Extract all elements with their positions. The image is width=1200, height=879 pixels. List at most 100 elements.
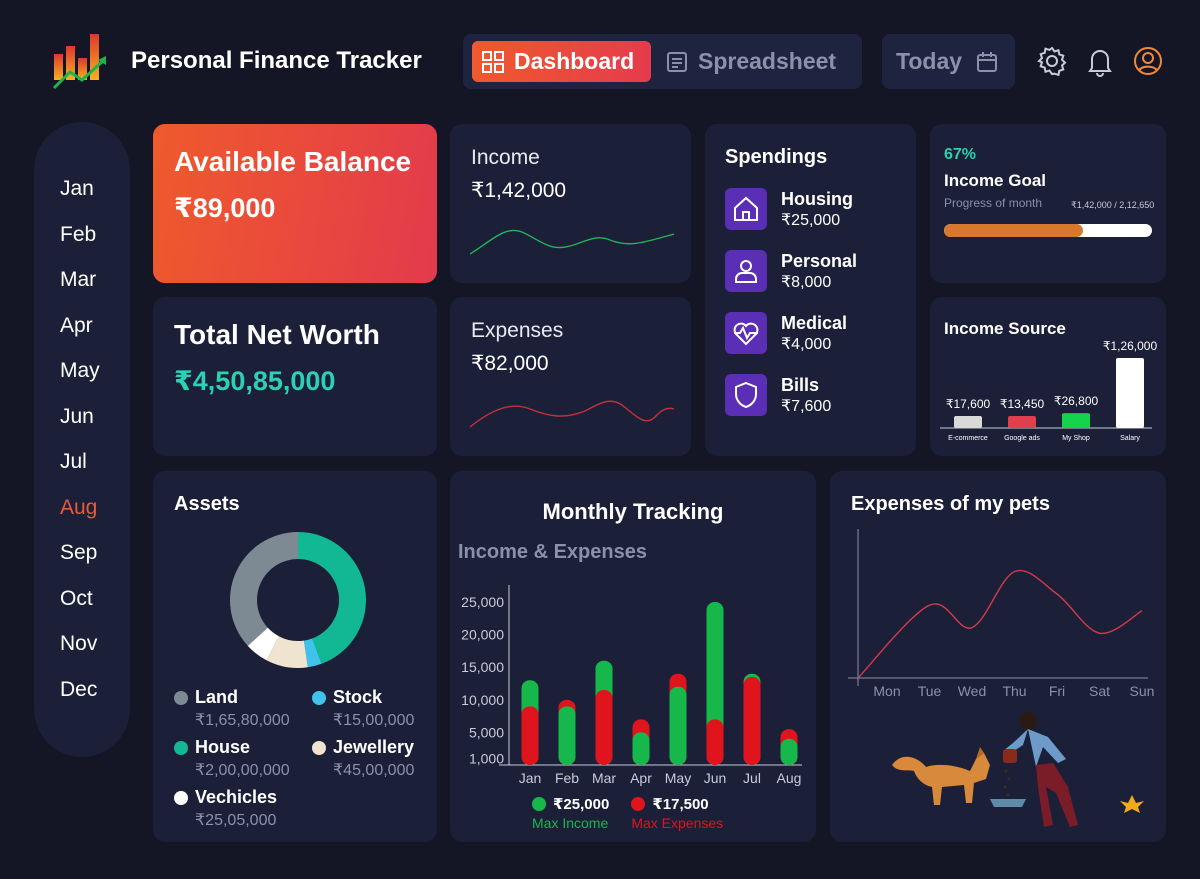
bell-icon[interactable] [1084,45,1116,77]
bar-expenses[interactable] [521,706,539,765]
legend-value: ₹1,65,80,000 [195,712,290,729]
heart-pulse-icon [725,312,767,354]
app-logo [52,34,106,90]
grid-icon [482,50,504,73]
available-balance-value: ₹89,000 [174,193,276,223]
tab-spreadsheet[interactable]: Spreadsheet [666,41,836,82]
view-tabs: Dashboard Spreadsheet [463,34,862,89]
expenses-sparkline [470,400,674,428]
date-picker-button[interactable]: Today [882,34,1015,89]
bar-expenses[interactable] [595,690,613,765]
x-tick-label: Tue [918,683,942,699]
income-source-bar[interactable] [1062,413,1090,428]
income-value: ₹1,42,000 [471,179,567,202]
x-tick-label: Aug [777,770,802,786]
month-item-sep[interactable]: Sep [60,541,97,565]
spending-value: ₹25,000 [781,211,841,229]
legend-value: ₹2,00,00,000 [195,762,290,779]
app-title: Personal Finance Tracker [131,47,422,74]
assets-donut-chart [230,532,366,668]
x-tick-label: Fri [1049,683,1065,699]
expenses-value: ₹82,000 [471,352,549,375]
available-balance-card: Available Balance ₹89,000 [153,124,437,283]
bar-value-label: ₹26,800 [1054,394,1099,408]
spending-name: Personal [781,250,858,271]
bar-expenses[interactable] [743,677,761,765]
net-worth-card: Total Net Worth ₹4,50,85,000 [153,297,437,456]
tab-dashboard[interactable]: Dashboard [472,41,651,82]
bar-income[interactable] [669,686,687,765]
month-item-jan[interactable]: Jan [60,177,94,201]
legend-value: ₹25,05,000 [195,812,277,829]
monthly-legend: ₹25,000 Max Income ₹17,500 Max Expenses [532,795,723,831]
user-icon[interactable] [1132,45,1164,77]
income-source-bar[interactable] [954,416,982,428]
date-picker-label: Today [896,48,963,74]
pet-expenses-card: Expenses of my pets Mon Tue Wed Thu Fri Sat Su… [830,471,1166,842]
legend-name: Land [195,687,238,707]
tab-dashboard-label: Dashboard [514,48,635,74]
month-item-oct[interactable]: Oct [60,587,93,611]
income-source-bar[interactable] [1008,416,1036,428]
legend-dot [174,740,188,755]
spending-item-medical[interactable]: Medical ₹4,000 [725,312,847,354]
monthly-tracking-card: Monthly Tracking Income & Expenses 1,000… [450,471,816,842]
legend-value: ₹25,000 [553,796,610,813]
pet-expenses-chart: Mon Tue Wed Thu Fri Sat Sun [848,529,1155,699]
bar-category-label: My Shop [1062,435,1090,442]
income-goal-progress-bar [944,224,1152,237]
bar-value-label: ₹13,450 [1000,397,1045,411]
x-tick-label: Mar [592,770,616,786]
bar-income[interactable] [632,732,650,765]
income-goal-progress-text: ₹1,42,000 / 2,12,650 [1071,200,1155,210]
calendar-icon [977,51,998,72]
donut-slice-land[interactable] [230,532,298,646]
legend-label: Max Expenses [631,815,724,831]
bar-income[interactable] [780,738,798,765]
spending-item-housing[interactable]: Housing ₹25,000 [725,188,853,230]
settings-icon[interactable] [1036,45,1068,77]
expenses-card: Expenses ₹82,000 [450,297,691,456]
income-goal-title: Income Goal [944,171,1047,190]
month-item-jul[interactable]: Jul [60,450,87,474]
y-tick-label: 15,000 [461,659,504,675]
month-item-dec[interactable]: Dec [60,678,97,702]
legend-label: Max Income [532,815,609,831]
legend-value: ₹15,00,000 [333,712,415,729]
income-label: Income [471,146,540,169]
x-tick-label: Wed [958,683,987,699]
assets-title: Assets [174,493,240,515]
month-item-feb[interactable]: Feb [60,223,96,247]
income-sparkline [470,229,674,255]
month-item-nov[interactable]: Nov [60,632,97,656]
bar-value-label: ₹1,26,000 [1103,339,1158,353]
month-item-mar[interactable]: Mar [60,268,96,292]
spending-item-personal[interactable]: Personal ₹8,000 [725,250,857,292]
spending-item-bills[interactable]: Bills ₹7,600 [725,374,831,416]
bar-expenses[interactable] [706,719,724,765]
bar-category-label: E-commerce [948,435,988,442]
month-item-may[interactable]: May [60,359,100,383]
tab-spreadsheet-label: Spreadsheet [698,48,837,74]
spending-name: Medical [781,312,848,333]
legend-name: Jewellery [333,737,415,757]
shield-icon [725,374,767,416]
bar-income[interactable] [558,706,576,765]
month-item-aug[interactable]: Aug [60,496,97,520]
spending-value: ₹4,000 [781,335,832,353]
legend-max-income: ₹25,000 Max Income [532,795,609,831]
bar-value-label: ₹17,600 [946,397,991,411]
y-tick-label: 20,000 [461,627,504,643]
spending-value: ₹8,000 [781,273,832,291]
month-item-apr[interactable]: Apr [60,314,93,338]
legend-dot [312,740,326,755]
net-worth-label: Total Net Worth [174,319,380,350]
month-item-jun[interactable]: Jun [60,405,94,429]
x-tick-label: Sun [1130,683,1155,699]
legend-name: Vechicles [195,787,278,807]
spendings-card: Spendings Housing ₹25,000 Personal ₹8,000 … [705,124,916,456]
house-icon [725,188,767,230]
income-goal-card: 67% Income Goal Progress of month ₹1,42,… [930,124,1166,283]
income-source-bar[interactable] [1116,358,1144,428]
income-card: Income ₹1,42,000 [450,124,691,283]
